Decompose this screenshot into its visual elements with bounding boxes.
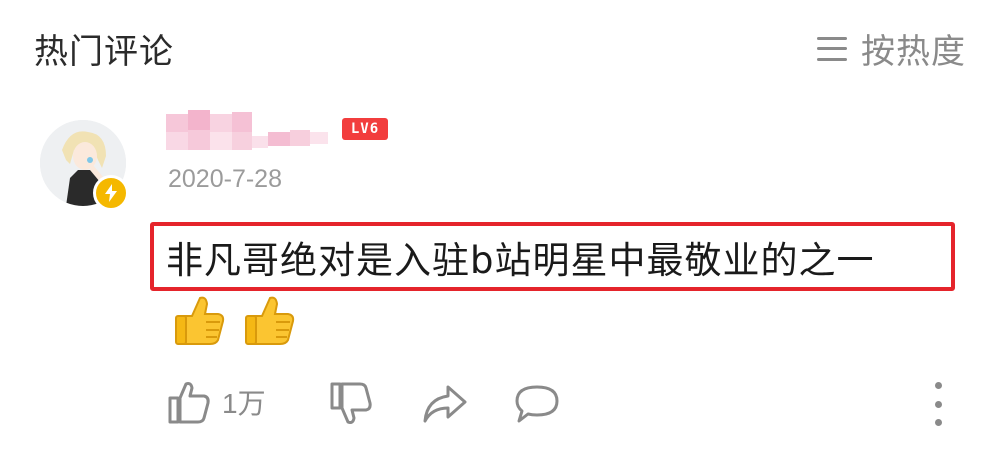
sort-button[interactable]: 按热度	[817, 24, 966, 73]
share-icon	[423, 385, 467, 423]
sort-label: 按热度	[861, 32, 966, 72]
like-count: 1万	[222, 388, 266, 419]
share-button[interactable]	[422, 384, 468, 424]
action-bar: 1万	[0, 376, 1000, 432]
section-title: 热门评论	[34, 32, 174, 72]
thumbs-up-emoji	[175, 296, 225, 345]
like-button[interactable]: 1万	[166, 380, 266, 424]
lightning-badge-icon	[93, 175, 129, 211]
comment-text: 非凡哥绝对是入驻b站明星中最敬业的之一	[166, 239, 875, 282]
username-pixelated[interactable]	[166, 108, 336, 158]
comment-icon	[515, 385, 559, 423]
reply-button[interactable]	[514, 384, 560, 424]
menu-icon	[817, 36, 847, 61]
comment-date: 2020-7-28	[168, 165, 282, 193]
thumbs-down-icon	[330, 382, 372, 424]
dislike-button[interactable]	[328, 382, 372, 426]
thumbs-up-emoji	[245, 296, 295, 345]
more-icon[interactable]	[928, 382, 948, 426]
level-badge: LV6	[342, 118, 388, 140]
thumbs-up-icon	[168, 382, 210, 424]
